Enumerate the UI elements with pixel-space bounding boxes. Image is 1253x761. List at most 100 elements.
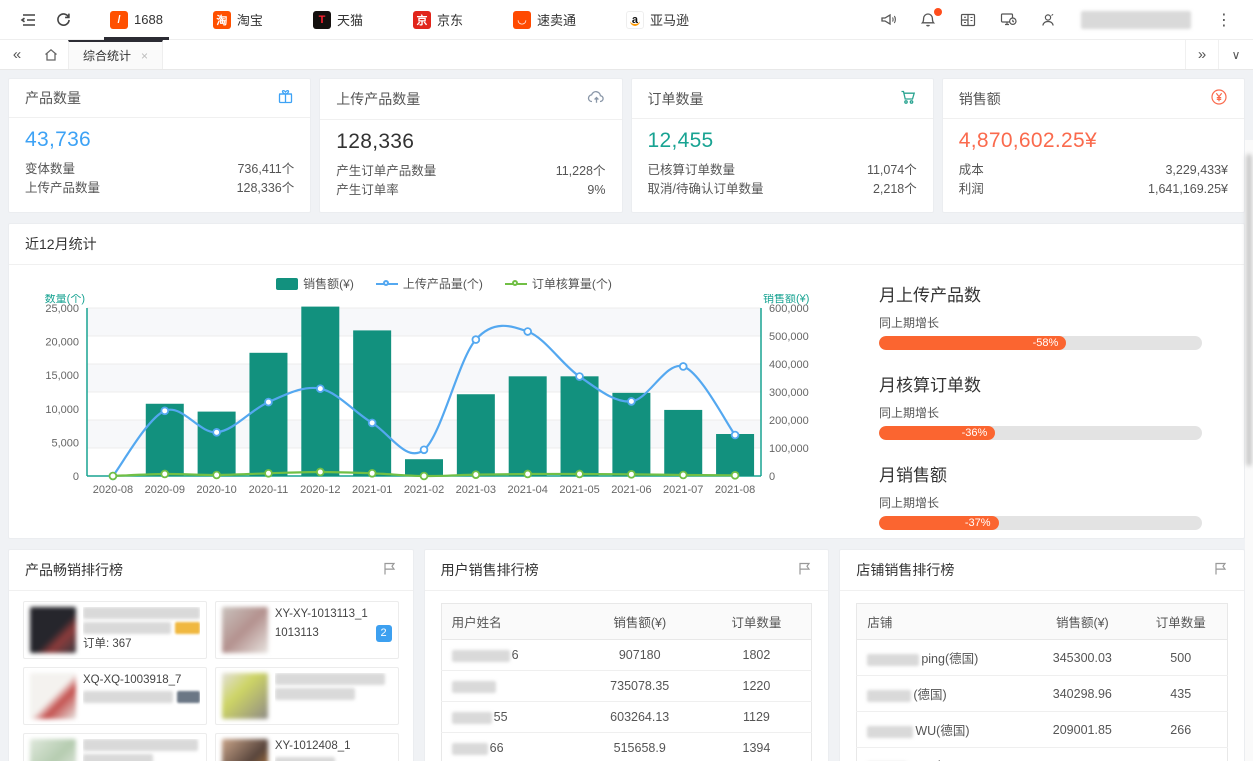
growth-bar-fill: -36% [879, 426, 995, 440]
product-line [83, 691, 200, 703]
stat-card-value[interactable]: 43,736 [25, 128, 294, 152]
stat-card-value[interactable]: 12,455 [648, 129, 917, 153]
user-name-masked[interactable] [1081, 11, 1191, 29]
point-2021-01[interactable] [369, 420, 376, 427]
page-scrollbar[interactable] [1245, 140, 1253, 761]
svg-text:2021-02: 2021-02 [404, 484, 444, 496]
point-2020-09[interactable] [161, 471, 168, 478]
point-2020-10[interactable] [213, 429, 220, 436]
table-row[interactable]: WU(德国)209001.85266 [857, 712, 1228, 748]
main-content: 产品数量43,736变体数量736,411个上传产品数量128,336个上传产品… [0, 70, 1253, 761]
point-2021-04[interactable] [524, 328, 531, 335]
bar-2021-01[interactable] [353, 330, 391, 476]
tabs-scroll-right-icon[interactable]: » [1185, 40, 1219, 69]
tmall-logo-icon: T [313, 11, 331, 29]
point-2021-07[interactable] [680, 472, 687, 479]
growth-metric-3: 月销售额同上期增长-37% [879, 461, 1202, 530]
point-2021-08[interactable] [732, 472, 739, 479]
collapse-menu-icon[interactable] [12, 3, 46, 37]
table-row[interactable]: (德国)340298.96435 [857, 676, 1228, 712]
bar-2020-11[interactable] [249, 353, 287, 476]
marketplace-tab-1688[interactable]: /1688 [96, 0, 177, 40]
combo-chart[interactable]: 0100,000200,000300,000400,000500,000600,… [19, 294, 819, 526]
bar-2021-07[interactable] [664, 410, 702, 476]
table-row[interactable]: ping(德国)345300.03500 [857, 640, 1228, 676]
point-2021-03[interactable] [472, 471, 479, 478]
product-card-5[interactable] [23, 733, 207, 761]
product-card-1[interactable]: 订单: 367 [23, 601, 207, 659]
marketplace-tab-taobao[interactable]: 淘淘宝 [199, 0, 277, 40]
bell-icon[interactable] [911, 3, 945, 37]
legend-item-line[interactable]: 上传产品量(个) [376, 275, 483, 292]
point-2020-12[interactable] [317, 469, 324, 476]
stat-card-header: 上传产品数量 [320, 79, 621, 120]
tabs-scroll-left-icon[interactable]: « [0, 40, 34, 69]
point-2021-06[interactable] [628, 471, 635, 478]
svg-text:0: 0 [769, 471, 775, 483]
point-2021-07[interactable] [680, 363, 687, 370]
svg-text:100,000: 100,000 [769, 443, 809, 455]
refresh-icon[interactable] [46, 3, 80, 37]
tab-close-icon[interactable]: × [141, 49, 148, 63]
marketplace-tab-aliexpress[interactable]: ◡速卖通 [499, 0, 590, 40]
table-row[interactable]: 66515658.91394 [441, 733, 812, 761]
tab-comprehensive-stats[interactable]: 综合统计 × [68, 40, 163, 69]
cell-orders: 840 [1134, 748, 1227, 761]
point-2021-04[interactable] [524, 471, 531, 478]
table-row[interactable]: 55603264.131129 [441, 702, 812, 733]
flag-icon[interactable] [1213, 561, 1228, 579]
support-person-icon[interactable] [1031, 3, 1065, 37]
point-2021-08[interactable] [732, 432, 739, 439]
point-2020-08[interactable] [110, 473, 117, 480]
table-row[interactable]: n(日本)199265.69840 [857, 748, 1228, 761]
product-card-2[interactable]: XY-XY-1013113_110131132 [215, 601, 399, 659]
svg-text:数量(个): 数量(个) [45, 294, 85, 305]
point-2021-02[interactable] [421, 473, 428, 480]
point-2021-01[interactable] [369, 470, 376, 477]
point-2020-11[interactable] [265, 470, 272, 477]
svg-text:0: 0 [73, 471, 79, 483]
bar-2021-08[interactable] [716, 434, 754, 476]
point-2020-11[interactable] [265, 399, 272, 406]
bar-2021-04[interactable] [509, 376, 547, 476]
device-clock-icon[interactable] [991, 3, 1025, 37]
flag-icon[interactable] [382, 561, 397, 579]
legend-item-bar[interactable]: 销售额(¥) [276, 275, 354, 292]
table-row[interactable]: 735078.351220 [441, 671, 812, 702]
point-2021-02[interactable] [421, 446, 428, 453]
bar-2021-03[interactable] [457, 394, 495, 476]
growth-title: 月销售额 [879, 461, 1202, 486]
table-header-shop: 店铺 [857, 604, 1030, 640]
marketplace-tab-tmall[interactable]: T天猫 [299, 0, 377, 40]
kebab-menu-icon[interactable]: ⋮ [1207, 3, 1241, 37]
product-card-3[interactable]: XQ-XQ-1003918_7 [23, 667, 207, 725]
point-2021-05[interactable] [576, 373, 583, 380]
product-card-6[interactable]: XY-1012408_1 [215, 733, 399, 761]
marketplace-tab-amazon[interactable]: a亚马逊 [612, 0, 703, 40]
product-line [83, 622, 200, 634]
home-tab[interactable] [34, 40, 68, 69]
point-2020-12[interactable] [317, 385, 324, 392]
masked-name [452, 650, 510, 662]
legend-item-line[interactable]: 订单核算量(个) [505, 275, 612, 292]
bar-2020-10[interactable] [198, 412, 236, 476]
cell-orders: 266 [1134, 712, 1227, 748]
scrollbar-thumb[interactable] [1246, 154, 1252, 466]
announcement-icon[interactable] [871, 3, 905, 37]
table-header-orders: 订单数量 [702, 604, 812, 640]
cell-sales: 199265.69 [1030, 748, 1134, 761]
flag-icon[interactable] [797, 561, 812, 579]
point-2021-06[interactable] [628, 398, 635, 405]
marketplace-tab-jd[interactable]: 京京东 [399, 0, 477, 40]
bar-2021-05[interactable] [561, 376, 599, 476]
point-2020-10[interactable] [213, 472, 220, 479]
ranking-row: 产品畅销排行榜 订单: 367XY-XY-1013113_110131132XQ… [8, 549, 1245, 761]
tabs-dropdown-icon[interactable]: ∨ [1219, 40, 1253, 69]
point-2021-05[interactable] [576, 471, 583, 478]
svg-text:2020-08: 2020-08 [93, 484, 133, 496]
product-card-4[interactable] [215, 667, 399, 725]
point-2020-09[interactable] [161, 407, 168, 414]
table-row[interactable]: 69071801802 [441, 640, 812, 671]
point-2021-03[interactable] [472, 336, 479, 343]
apps-grid-icon[interactable] [951, 3, 985, 37]
